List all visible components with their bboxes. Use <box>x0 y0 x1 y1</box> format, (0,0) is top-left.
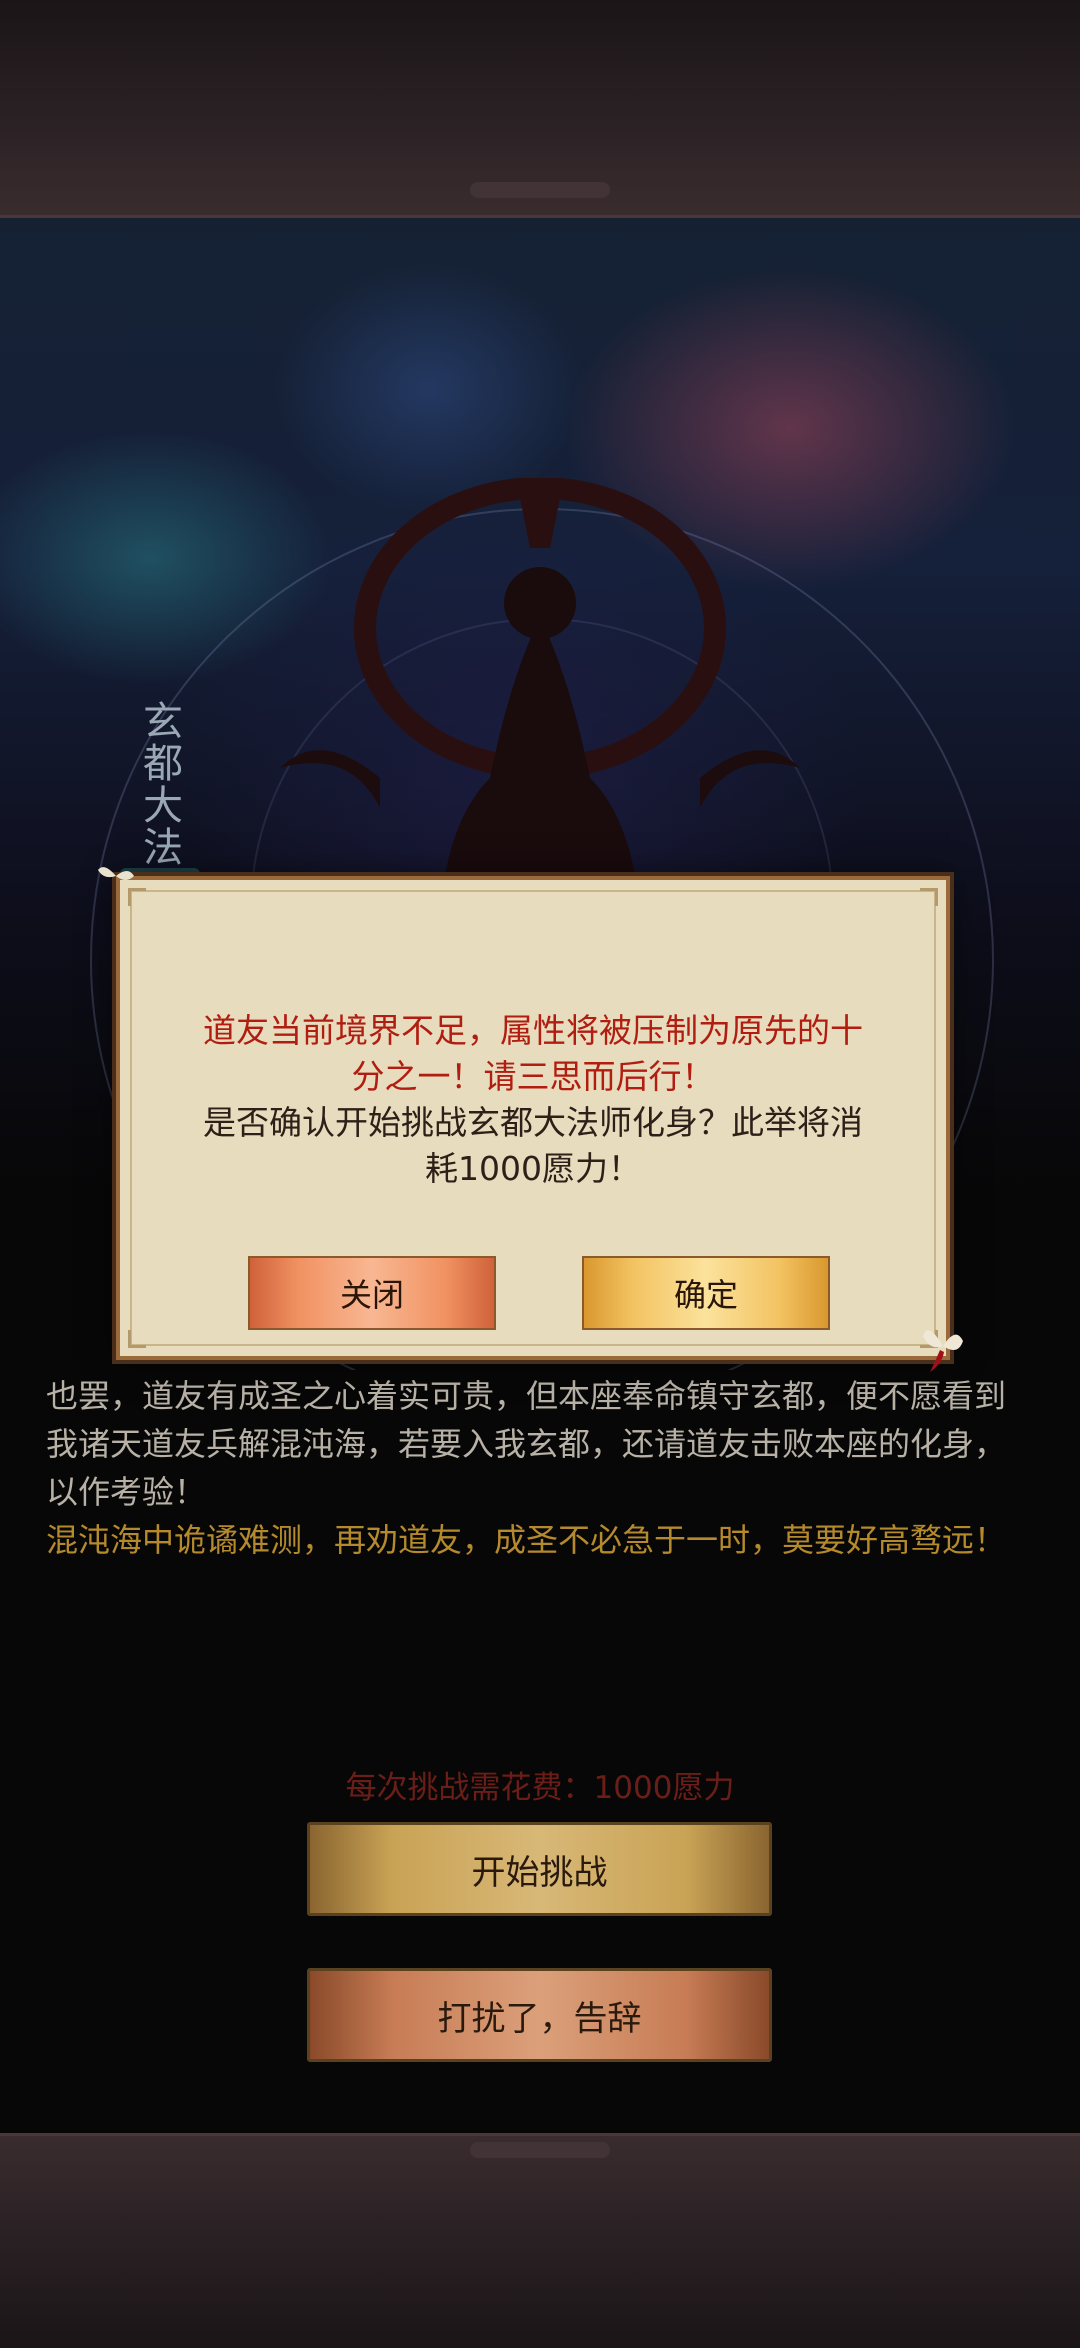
close-label: 关闭 <box>339 1276 404 1314</box>
dialog-overlay: 道友当前境界不足，属性将被压制为原先的十 分之一！请三思而后行！ 是否确认开始挑… <box>0 0 1080 2348</box>
confirm-text: 是否确认开始挑战玄都大法师化身？此举将消 <box>203 1103 863 1142</box>
butterfly-icon <box>923 1330 963 1372</box>
warning-text: 道友当前境界不足，属性将被压制为原先的十 <box>203 1011 863 1050</box>
confirm-text: 耗1000愿力！ <box>425 1149 641 1188</box>
confirm-dialog: 道友当前境界不足，属性将被压制为原先的十 分之一！请三思而后行！ 是否确认开始挑… <box>116 876 950 1360</box>
confirm-label: 确定 <box>673 1276 738 1314</box>
corner-ornament <box>128 1330 146 1348</box>
close-button[interactable]: 关闭 <box>248 1256 496 1330</box>
warning-text: 分之一！请三思而后行！ <box>351 1057 715 1096</box>
confirm-button[interactable]: 确定 <box>582 1256 830 1330</box>
butterfly-icon <box>98 867 134 880</box>
corner-ornament <box>920 888 938 906</box>
corner-ornament <box>128 888 146 906</box>
dialog-message: 道友当前境界不足，属性将被压制为原先的十 分之一！请三思而后行！ 是否确认开始挑… <box>160 1008 906 1192</box>
